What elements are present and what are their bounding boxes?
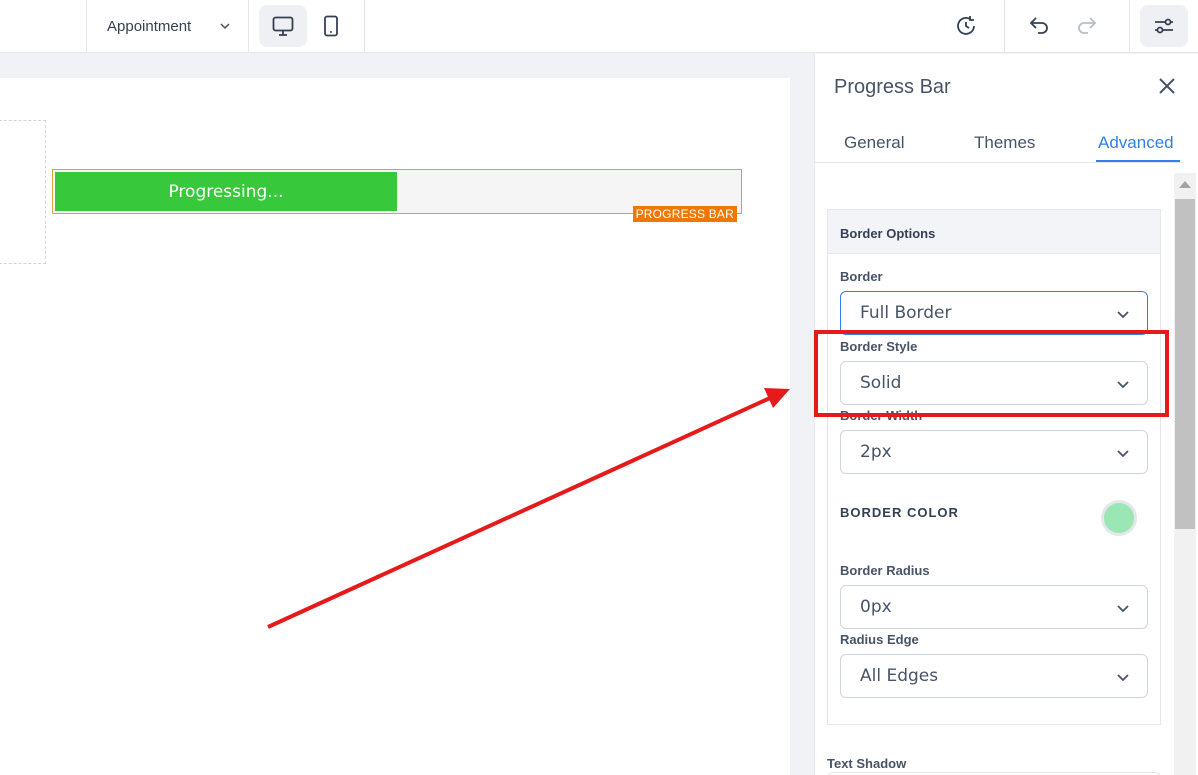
annotation-arrow: [267, 388, 790, 629]
